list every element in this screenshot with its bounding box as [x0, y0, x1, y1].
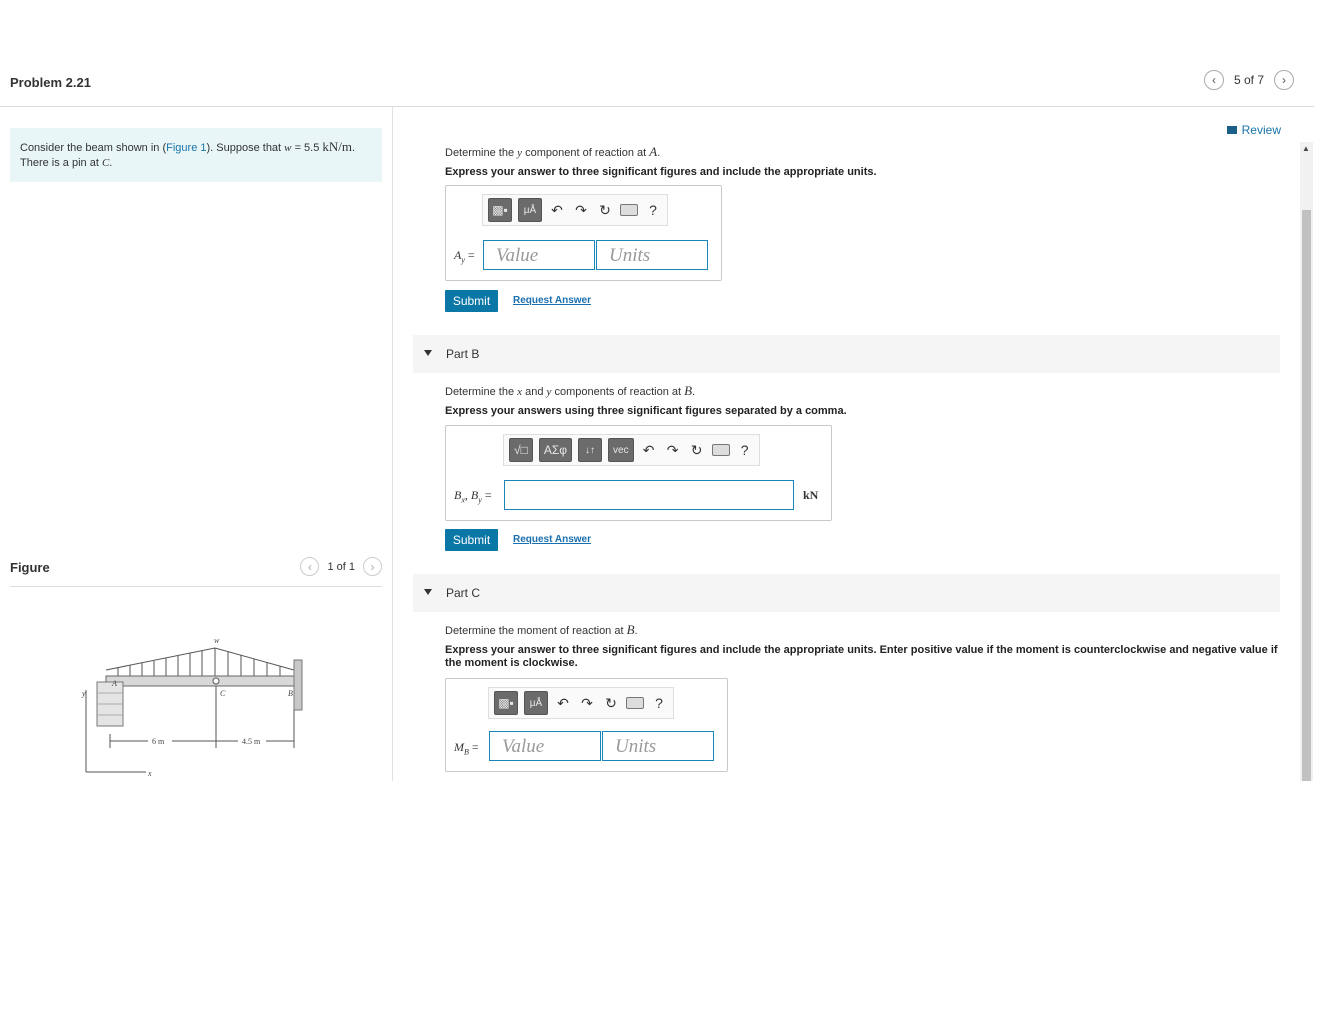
pager-text: 5 of 7	[1233, 73, 1264, 87]
part-a-question: Determine the y component of reaction at…	[445, 144, 661, 159]
load-arrows	[117, 648, 281, 676]
keyboard-icon[interactable]	[620, 204, 638, 216]
part-b-answer-box: √□ ΑΣφ ↓↑ vec ↶ ↷ ↻ ? Bx, By = kN	[445, 425, 832, 521]
part-a-answer-box: ▩▪ μÅ ↶ ↷ ↻ ? Ay = Value Units	[445, 185, 722, 281]
label-b: B	[288, 689, 293, 698]
part-a-units-input[interactable]: Units	[596, 240, 708, 270]
reset-icon[interactable]: ↻	[602, 694, 620, 712]
part-b-variable-label: Bx, By =	[454, 488, 492, 505]
keyboard-icon[interactable]	[626, 697, 644, 709]
part-a-value-input[interactable]: Value	[483, 240, 595, 270]
undo-icon[interactable]: ↶	[548, 201, 566, 219]
help-icon[interactable]: ?	[736, 441, 754, 459]
part-c-answer-box: ▩▪ μÅ ↶ ↷ ↻ ? MB = Value Units	[445, 678, 728, 772]
chevron-right-icon: ›	[1282, 73, 1286, 87]
book-icon	[1226, 126, 1237, 134]
part-b-submit-button[interactable]: Submit	[445, 529, 498, 551]
help-icon[interactable]: ?	[644, 201, 662, 219]
figure-pager: ‹ 1 of 1 ›	[300, 557, 382, 576]
keyboard-icon[interactable]	[711, 444, 730, 456]
prev-figure-button[interactable]: ‹	[300, 557, 320, 576]
part-b-question: Determine the x and y components of reac…	[445, 383, 696, 398]
templates-button[interactable]: ▩▪	[494, 691, 518, 715]
label-a: A	[111, 679, 117, 688]
part-b-header[interactable]: Part B	[413, 335, 1280, 373]
figure-link[interactable]: Figure 1	[166, 142, 206, 154]
wall	[293, 659, 303, 711]
greek-button[interactable]: ΑΣφ	[538, 438, 573, 462]
undo-icon[interactable]: ↶	[554, 694, 572, 712]
templates-radical-button[interactable]: √□	[509, 438, 533, 462]
part-b-unit: kN	[803, 488, 819, 502]
label-y: y	[81, 689, 86, 698]
label-c: C	[220, 689, 226, 698]
next-problem-button[interactable]: ›	[1274, 70, 1294, 90]
redo-icon[interactable]: ↷	[572, 201, 590, 219]
part-a-toolbar: ▩▪ μÅ ↶ ↷ ↻ ?	[482, 194, 668, 226]
part-c-units-input[interactable]: Units	[602, 731, 714, 761]
answer-panel: Review Determine the y component of reac…	[393, 106, 1303, 781]
part-b-value-input[interactable]	[504, 480, 794, 510]
label-x: x	[147, 769, 152, 778]
redo-icon[interactable]: ↷	[578, 694, 596, 712]
help-icon[interactable]: ?	[650, 694, 668, 712]
templates-button[interactable]: ▩▪	[488, 198, 512, 222]
reset-icon[interactable]: ↻	[688, 441, 706, 459]
part-b-instruction: Express your answers using three signifi…	[445, 405, 847, 417]
review-link[interactable]: Review	[1226, 123, 1281, 137]
part-b-toolbar: √□ ΑΣφ ↓↑ vec ↶ ↷ ↻ ?	[503, 434, 760, 466]
dimension-6m: 6 m	[152, 737, 165, 746]
units-button[interactable]: μÅ	[524, 691, 548, 715]
vector-button[interactable]: vec	[608, 438, 634, 462]
load-outline	[105, 647, 295, 671]
caret-down-icon	[424, 350, 432, 356]
part-a-request-answer-link[interactable]: Request Answer	[513, 295, 591, 306]
arrows-button[interactable]: ↓↑	[578, 438, 603, 462]
part-c-instruction: Express your answer to three significant…	[445, 644, 1278, 669]
caret-down-icon	[424, 589, 432, 595]
part-a-instruction: Express your answer to three significant…	[445, 166, 877, 178]
problem-pager: ‹ 5 of 7 ›	[1203, 70, 1294, 90]
figure-header: Figure ‹ 1 of 1 ›	[10, 556, 382, 587]
units-button[interactable]: μÅ	[518, 198, 542, 222]
undo-icon[interactable]: ↶	[640, 441, 658, 459]
part-c-header[interactable]: Part C	[413, 574, 1280, 612]
part-b-request-answer-link[interactable]: Request Answer	[513, 534, 591, 545]
part-a-variable-label: Ay =	[454, 248, 475, 265]
next-figure-button[interactable]: ›	[363, 557, 382, 576]
chevron-left-icon: ‹	[1211, 73, 1216, 87]
problem-title: Problem 2.21	[10, 75, 91, 90]
chevron-left-icon: ‹	[307, 559, 312, 574]
redo-icon[interactable]: ↷	[664, 441, 682, 459]
dimension-4-5m: 4.5 m	[242, 737, 261, 746]
part-c-value-input[interactable]: Value	[489, 731, 601, 761]
part-a-submit-button[interactable]: Submit	[445, 290, 498, 312]
label-w: w	[214, 636, 220, 645]
part-c-toolbar: ▩▪ μÅ ↶ ↷ ↻ ?	[488, 687, 674, 719]
figure-label: Figure	[10, 560, 50, 575]
beam-figure: w B C A y x 6 m 4.5 m	[81, 636, 303, 778]
scroll-up-icon[interactable]: ▲	[1302, 144, 1310, 153]
problem-statement: Consider the beam shown in (Figure 1). S…	[10, 128, 382, 182]
templates-icon: ▩▪	[492, 203, 508, 217]
part-c-question: Determine the moment of reaction at B.	[445, 622, 638, 637]
problem-header: Problem 2.21 ‹ 5 of 7 ›	[0, 64, 1314, 107]
reset-icon[interactable]: ↻	[596, 201, 614, 219]
part-c-variable-label: MB =	[454, 740, 479, 757]
chevron-right-icon: ›	[370, 559, 375, 574]
beam	[105, 675, 295, 687]
templates-icon: ▩▪	[498, 696, 514, 710]
scroll-thumb[interactable]	[1302, 210, 1311, 781]
prev-problem-button[interactable]: ‹	[1203, 70, 1224, 90]
pin-c	[212, 677, 220, 685]
figure-pager-text: 1 of 1	[327, 560, 355, 573]
